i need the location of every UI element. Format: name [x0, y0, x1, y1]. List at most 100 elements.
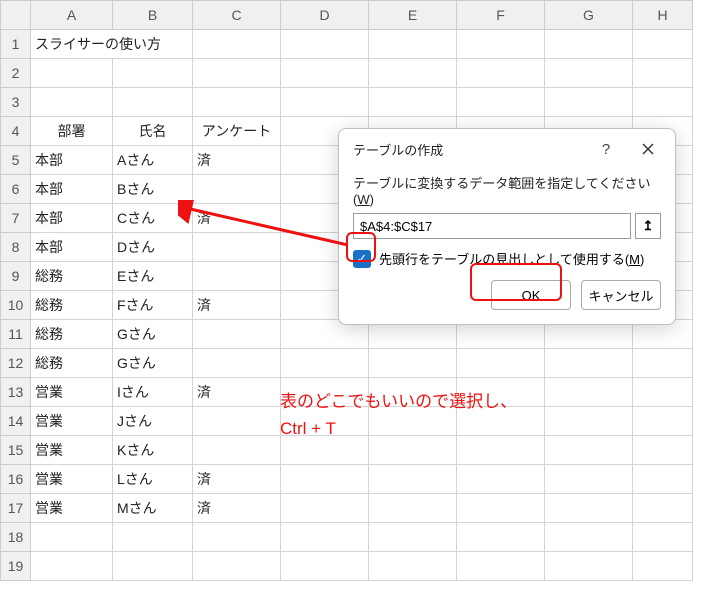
cell[interactable]: Gさん	[113, 320, 193, 349]
row-header[interactable]: 15	[1, 436, 31, 465]
cell[interactable]	[31, 523, 113, 552]
cell[interactable]	[281, 465, 369, 494]
row-header[interactable]: 17	[1, 494, 31, 523]
cell[interactable]	[545, 349, 633, 378]
cell[interactable]: 済	[193, 465, 281, 494]
cancel-button[interactable]: キャンセル	[581, 280, 661, 310]
col-header-G[interactable]: G	[545, 1, 633, 30]
col-header-E[interactable]: E	[369, 1, 457, 30]
cell[interactable]	[457, 407, 545, 436]
col-header-A[interactable]: A	[31, 1, 113, 30]
cell[interactable]	[633, 59, 693, 88]
cell[interactable]	[545, 378, 633, 407]
cell[interactable]	[369, 59, 457, 88]
range-input[interactable]	[353, 213, 631, 239]
cell[interactable]: 本部	[31, 233, 113, 262]
cell[interactable]	[193, 233, 281, 262]
cell[interactable]	[457, 378, 545, 407]
cell[interactable]	[369, 494, 457, 523]
cell[interactable]: 本部	[31, 175, 113, 204]
cell[interactable]	[193, 523, 281, 552]
cell[interactable]	[369, 407, 457, 436]
cell[interactable]: 総務	[31, 262, 113, 291]
cell[interactable]	[193, 59, 281, 88]
cell[interactable]	[193, 320, 281, 349]
cell[interactable]	[113, 523, 193, 552]
cell[interactable]	[281, 494, 369, 523]
cell[interactable]: 本部	[31, 204, 113, 233]
cell[interactable]	[281, 523, 369, 552]
row-header[interactable]: 13	[1, 378, 31, 407]
cell[interactable]	[545, 436, 633, 465]
col-header-B[interactable]: B	[113, 1, 193, 30]
cell[interactable]: 部署	[31, 117, 113, 146]
cell[interactable]: Dさん	[113, 233, 193, 262]
row-header[interactable]: 14	[1, 407, 31, 436]
cell[interactable]: Bさん	[113, 175, 193, 204]
row-header[interactable]: 8	[1, 233, 31, 262]
cell[interactable]: Lさん	[113, 465, 193, 494]
collapse-dialog-button[interactable]: ↥	[635, 213, 661, 239]
cell[interactable]: 営業	[31, 494, 113, 523]
row-header[interactable]: 12	[1, 349, 31, 378]
row-header[interactable]: 11	[1, 320, 31, 349]
col-header-D[interactable]: D	[281, 1, 369, 30]
cell[interactable]: 総務	[31, 291, 113, 320]
cell[interactable]: 氏名	[113, 117, 193, 146]
cell[interactable]	[281, 30, 369, 59]
cell[interactable]	[457, 552, 545, 581]
cell[interactable]	[369, 436, 457, 465]
cell[interactable]	[193, 175, 281, 204]
cell[interactable]	[193, 262, 281, 291]
cell[interactable]: 済	[193, 494, 281, 523]
cell[interactable]: Gさん	[113, 349, 193, 378]
row-header[interactable]: 3	[1, 88, 31, 117]
cell[interactable]: Fさん	[113, 291, 193, 320]
cell[interactable]: スライサーの使い方	[31, 30, 193, 59]
row-header[interactable]: 2	[1, 59, 31, 88]
row-header[interactable]: 19	[1, 552, 31, 581]
cell[interactable]	[113, 552, 193, 581]
cell[interactable]	[633, 523, 693, 552]
cell[interactable]	[281, 436, 369, 465]
col-header-H[interactable]: H	[633, 1, 693, 30]
cell[interactable]	[457, 59, 545, 88]
cell[interactable]	[281, 59, 369, 88]
cell[interactable]	[633, 465, 693, 494]
row-header[interactable]: 4	[1, 117, 31, 146]
header-row-checkbox[interactable]: ✓	[353, 250, 371, 268]
cell[interactable]: 本部	[31, 146, 113, 175]
cell[interactable]	[31, 552, 113, 581]
row-header[interactable]: 9	[1, 262, 31, 291]
cell[interactable]	[281, 378, 369, 407]
cell[interactable]	[31, 59, 113, 88]
cell[interactable]	[457, 88, 545, 117]
cell[interactable]	[193, 436, 281, 465]
cell[interactable]	[369, 552, 457, 581]
cell[interactable]	[193, 349, 281, 378]
cell[interactable]	[369, 378, 457, 407]
help-button[interactable]: ?	[589, 137, 623, 161]
cell[interactable]: 済	[193, 291, 281, 320]
cell[interactable]	[633, 494, 693, 523]
cell[interactable]: 総務	[31, 349, 113, 378]
cell[interactable]: 済	[193, 378, 281, 407]
ok-button[interactable]: OK	[491, 280, 571, 310]
cell[interactable]: Iさん	[113, 378, 193, 407]
row-header[interactable]: 16	[1, 465, 31, 494]
col-header-C[interactable]: C	[193, 1, 281, 30]
cell[interactable]	[193, 552, 281, 581]
cell[interactable]: Cさん	[113, 204, 193, 233]
cell[interactable]	[281, 88, 369, 117]
cell[interactable]	[281, 552, 369, 581]
select-all-corner[interactable]	[1, 1, 31, 30]
cell[interactable]: Jさん	[113, 407, 193, 436]
cell[interactable]	[113, 59, 193, 88]
cell[interactable]	[633, 349, 693, 378]
row-header[interactable]: 7	[1, 204, 31, 233]
row-header[interactable]: 1	[1, 30, 31, 59]
cell[interactable]	[113, 88, 193, 117]
cell[interactable]	[457, 436, 545, 465]
close-button[interactable]	[631, 137, 665, 161]
row-header[interactable]: 6	[1, 175, 31, 204]
